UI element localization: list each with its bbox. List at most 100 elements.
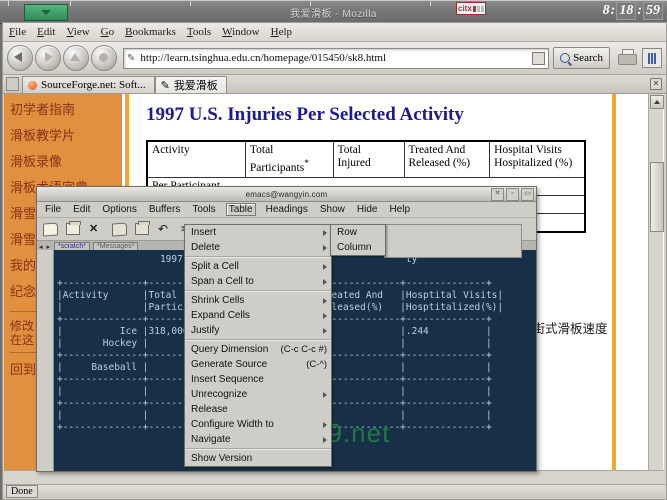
menu-item-shrink-cells[interactable]: Shrink Cells bbox=[185, 293, 331, 308]
clock-second: 59 bbox=[643, 2, 663, 20]
undo-icon[interactable]: ↶ bbox=[158, 223, 173, 236]
close-tab-icon[interactable]: ✕ bbox=[650, 78, 662, 90]
tab-label: 我爱滑板 bbox=[174, 77, 218, 93]
emacs-menu-headings[interactable]: Headings bbox=[264, 204, 310, 215]
search-button[interactable]: Search bbox=[553, 47, 610, 69]
emacs-menu-file[interactable]: File bbox=[43, 204, 63, 215]
menu-separator bbox=[185, 339, 331, 341]
menu-item-unrecognize[interactable]: Unrecognize bbox=[185, 387, 331, 402]
th-hospital: Hospital VisitsHospitalized (%) bbox=[490, 141, 585, 177]
menu-window[interactable]: Window bbox=[222, 26, 259, 38]
bar bbox=[654, 53, 656, 64]
emacs-menu-help[interactable]: Help bbox=[387, 204, 412, 215]
close-icon[interactable]: ✕ bbox=[491, 188, 504, 201]
menu-help[interactable]: Help bbox=[271, 26, 292, 38]
cursor-marker-icon bbox=[40, 252, 49, 261]
th-injured: TotalInjured bbox=[333, 141, 404, 177]
scroll-up-icon[interactable] bbox=[650, 95, 664, 109]
label: Query Dimension bbox=[191, 344, 268, 355]
emacs-menu-hide[interactable]: Hide bbox=[355, 204, 380, 215]
menu-tools[interactable]: Tools bbox=[187, 26, 211, 38]
emacs-menu-edit[interactable]: Edit bbox=[71, 204, 92, 215]
submenu-arrow-icon bbox=[323, 328, 327, 334]
search-label: Search bbox=[573, 52, 603, 64]
menu-file[interactable]: FFileile bbox=[9, 26, 26, 38]
page-vertical-scrollbar[interactable] bbox=[648, 94, 663, 485]
sheet bbox=[112, 222, 127, 236]
citx-label: citx bbox=[458, 4, 472, 13]
url-input[interactable] bbox=[138, 51, 532, 65]
sheet bbox=[43, 222, 58, 236]
menu-item-show-version[interactable]: Show Version bbox=[185, 451, 331, 466]
close-icon[interactable]: ✕ bbox=[89, 223, 104, 236]
menu-item-split-a-cell[interactable]: Split a Cell bbox=[185, 259, 331, 274]
menu-item-navigate[interactable]: Navigate bbox=[185, 432, 331, 447]
maximize-icon[interactable]: ▭ bbox=[521, 188, 534, 201]
url-bar[interactable]: ✎ bbox=[123, 48, 549, 69]
menu-item-justify[interactable]: Justify bbox=[185, 323, 331, 338]
url-dropdown-icon[interactable] bbox=[532, 52, 545, 65]
citx-square-icon bbox=[481, 6, 484, 12]
page-title: 1997 U.S. Injuries Per Selected Activity bbox=[146, 104, 610, 126]
menu-go[interactable]: Go bbox=[101, 26, 114, 38]
favicon: ✎ bbox=[161, 79, 170, 92]
submenu-arrow-icon bbox=[323, 437, 327, 443]
scrollbar-thumb[interactable] bbox=[650, 162, 664, 232]
clock-minute: 18 bbox=[616, 2, 636, 20]
sidebar-link-1[interactable]: 滑板教学片 bbox=[4, 124, 122, 150]
th-treated: Treated AndReleased (%) bbox=[404, 141, 490, 177]
emacs-menu-show[interactable]: Show bbox=[318, 204, 347, 215]
paste-icon[interactable] bbox=[135, 223, 150, 236]
bar bbox=[648, 53, 650, 64]
submenu-item-column[interactable]: Column bbox=[331, 240, 385, 255]
th-activity: Activity bbox=[147, 141, 245, 177]
reload-button[interactable] bbox=[63, 45, 89, 71]
menu-item-release[interactable]: Release bbox=[185, 402, 331, 417]
sidebar-link-2[interactable]: 滑板录像 bbox=[4, 150, 122, 176]
emacs-menu-tools[interactable]: Tools bbox=[190, 204, 217, 215]
emacs-menu-options[interactable]: Options bbox=[100, 204, 138, 215]
menu-item-expand-cells[interactable]: Expand Cells bbox=[185, 308, 331, 323]
undo-glyph: ↶ bbox=[158, 223, 173, 235]
menu-view[interactable]: View bbox=[66, 26, 89, 38]
forward-button[interactable] bbox=[35, 45, 61, 71]
emacs-fringe bbox=[37, 250, 54, 471]
label: Show Version bbox=[191, 453, 252, 464]
insert-submenu: Row Column bbox=[330, 224, 386, 256]
menu-item-insert-sequence[interactable]: Insert Sequence bbox=[185, 372, 331, 387]
status-text: Done bbox=[6, 485, 38, 498]
menu-item-span-a-cell-to[interactable]: Span a Cell to bbox=[185, 274, 331, 289]
submenu-item-row[interactable]: Row bbox=[331, 225, 385, 240]
tab-skateboard[interactable]: ✎ 我爱滑板 bbox=[155, 76, 227, 93]
back-button[interactable] bbox=[7, 45, 33, 71]
emacs-menu-table[interactable]: Table bbox=[226, 203, 256, 216]
citx-square-icon bbox=[477, 6, 480, 12]
menu-item-generate-source[interactable]: Generate Source(C-^) bbox=[185, 357, 331, 372]
emacs-menu-buffers[interactable]: Buffers bbox=[147, 204, 183, 215]
menu-item-insert[interactable]: Insert bbox=[185, 225, 331, 240]
screen: 我爱滑板 - Mozilla citx 8 : 18 : 59 FFileile… bbox=[0, 0, 667, 500]
minimize-icon[interactable]: ▫ bbox=[506, 188, 519, 201]
open-file-icon[interactable] bbox=[43, 223, 58, 236]
label: Insert bbox=[191, 227, 216, 238]
menu-item-configure-width-to[interactable]: Configure Width to bbox=[185, 417, 331, 432]
menu-bookmarks[interactable]: Bookmarks bbox=[125, 26, 176, 38]
new-tab-icon[interactable] bbox=[6, 77, 19, 91]
menu-item-delete[interactable]: Delete bbox=[185, 240, 331, 255]
save-icon[interactable] bbox=[66, 223, 81, 236]
gold-divider-right bbox=[612, 94, 616, 485]
stop-button[interactable] bbox=[91, 45, 117, 71]
submenu-arrow-icon bbox=[323, 264, 327, 270]
table-menu-popup: Insert Delete Split a Cell Span a Cell t… bbox=[184, 224, 332, 467]
menu-edit[interactable]: Edit bbox=[37, 26, 55, 38]
sidebar-toggle-icon[interactable] bbox=[642, 48, 662, 68]
tab-sourceforge[interactable]: SourceForge.net: Soft... bbox=[22, 76, 155, 93]
emacs-titlebar[interactable]: emacs@wangyin.com ✕ ▫ ▭ bbox=[37, 187, 536, 202]
copy-icon[interactable] bbox=[112, 223, 127, 236]
page-horizontal-scrollbar[interactable] bbox=[4, 470, 664, 485]
print-icon[interactable] bbox=[616, 48, 638, 68]
citx-indicator[interactable]: citx bbox=[456, 2, 486, 15]
sidebar-link-0[interactable]: 初学者指南 bbox=[4, 98, 122, 124]
submenu-arrow-icon bbox=[323, 298, 327, 304]
menu-item-query-dimension[interactable]: Query Dimension(C-c C-c #) bbox=[185, 342, 331, 357]
